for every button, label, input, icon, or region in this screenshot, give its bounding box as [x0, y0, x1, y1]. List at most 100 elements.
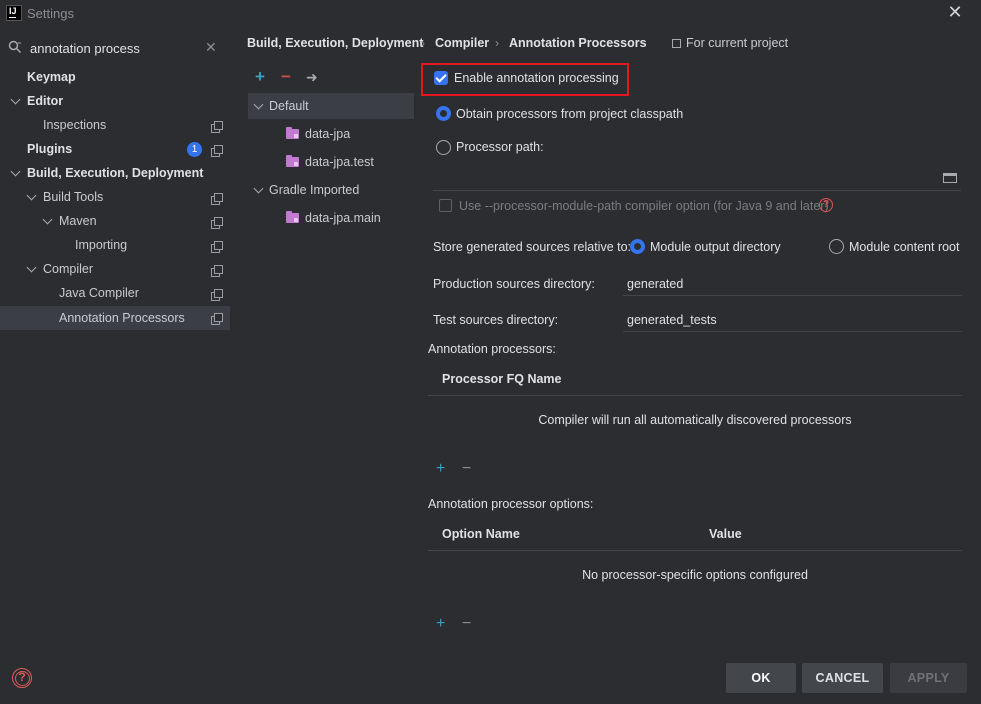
- profile-label: data-jpa.main: [305, 211, 381, 225]
- module-output-directory-radio[interactable]: [630, 239, 645, 254]
- chevron-down-icon[interactable]: [42, 214, 53, 225]
- processors-header-divider: [428, 395, 962, 396]
- profile-module-data-jpa-main[interactable]: data-jpa.main: [305, 206, 381, 230]
- browse-folder-icon[interactable]: [943, 173, 957, 183]
- remove-option-button[interactable]: −: [462, 615, 471, 633]
- options-empty-message: No processor-specific options configured: [582, 568, 808, 582]
- sidebar-item-label: Editor: [27, 94, 64, 108]
- breadcrumb-separator: ›: [495, 36, 499, 50]
- obtain-from-classpath-radio[interactable]: [436, 106, 451, 121]
- module-folder-icon: [286, 127, 299, 139]
- sidebar-item-keymap[interactable]: Keymap: [27, 65, 76, 89]
- sidebar-item-label: Build Tools: [43, 190, 104, 204]
- copy-settings-icon: [211, 193, 223, 205]
- sidebar-item-annotation-processors[interactable]: Annotation Processors: [59, 306, 185, 330]
- options-header-divider: [428, 550, 962, 551]
- sidebar-item-editor[interactable]: Editor: [27, 89, 63, 113]
- breadcrumb-compiler[interactable]: Compiler: [435, 36, 489, 50]
- module-path-checkbox[interactable]: [439, 199, 452, 212]
- sidebar-item-label: Plugins: [27, 142, 73, 156]
- sidebar-item-label: Maven: [59, 214, 97, 228]
- chevron-down-icon[interactable]: [253, 183, 264, 194]
- test-sources-label: Test sources directory:: [433, 313, 559, 327]
- cancel-button[interactable]: CANCEL: [802, 663, 883, 693]
- scope-label: For current project: [686, 36, 789, 50]
- window-title: Settings: [27, 6, 74, 21]
- chevron-down-icon[interactable]: [26, 262, 37, 273]
- sidebar-item-maven[interactable]: Maven: [59, 209, 97, 233]
- enable-annotation-processing-checkbox[interactable]: [434, 71, 448, 85]
- processor-fq-name-column-header[interactable]: Processor FQ Name: [442, 372, 562, 386]
- sidebar-item-label: Inspections: [43, 118, 107, 132]
- module-content-root-label[interactable]: Module content root: [849, 240, 960, 254]
- processors-empty-message: Compiler will run all automatically disc…: [538, 413, 852, 427]
- enable-annotation-processing-label[interactable]: Enable annotation processing: [454, 71, 619, 85]
- title-bar: IJ Settings ✕: [0, 0, 981, 28]
- annotation-processors-section-label: Annotation processors:: [428, 342, 556, 356]
- sidebar-item-importing[interactable]: Importing: [75, 233, 127, 257]
- sidebar-item-build-tools[interactable]: Build Tools: [43, 185, 103, 209]
- copy-settings-icon: [211, 289, 223, 301]
- obtain-from-classpath-label[interactable]: Obtain processors from project classpath: [456, 107, 683, 121]
- profile-gradle-imported[interactable]: Gradle Imported: [269, 178, 359, 202]
- remove-profile-button[interactable]: −: [281, 67, 291, 87]
- profile-default[interactable]: Default: [269, 94, 309, 118]
- help-icon[interactable]: ?: [12, 668, 32, 688]
- add-profile-button[interactable]: +: [255, 67, 265, 87]
- module-folder-icon: [286, 155, 299, 167]
- production-sources-underline: [623, 295, 962, 296]
- module-folder-icon: [286, 211, 299, 223]
- copy-settings-icon: [211, 121, 223, 133]
- ok-button[interactable]: OK: [726, 663, 796, 693]
- remove-processor-button[interactable]: −: [462, 460, 471, 478]
- add-option-button[interactable]: +: [436, 615, 445, 633]
- clear-search-icon[interactable]: ✕: [205, 39, 217, 56]
- add-processor-button[interactable]: +: [436, 460, 445, 478]
- processor-path-radio[interactable]: [436, 140, 451, 155]
- copy-settings-icon: [211, 217, 223, 229]
- move-to-profile-button[interactable]: ➜: [306, 69, 318, 86]
- copy-settings-icon: [211, 145, 223, 157]
- sidebar-item-java-compiler[interactable]: Java Compiler: [59, 281, 139, 305]
- sidebar-item-inspections[interactable]: Inspections: [43, 113, 106, 137]
- processor-path-label[interactable]: Processor path:: [456, 140, 544, 154]
- chevron-down-icon[interactable]: [10, 94, 21, 105]
- breadcrumb-build-execution-deployment[interactable]: Build, Execution, Deployment: [247, 36, 423, 50]
- sidebar-item-label: Annotation Processors: [59, 311, 185, 325]
- chevron-down-icon[interactable]: [10, 166, 21, 177]
- profile-module-data-jpa[interactable]: data-jpa: [305, 122, 350, 146]
- profile-label: Gradle Imported: [269, 183, 360, 197]
- sidebar-item-label: Java Compiler: [59, 286, 139, 300]
- sidebar-item-plugins[interactable]: Plugins: [27, 137, 72, 161]
- plugins-update-badge: 1: [187, 142, 202, 157]
- production-sources-label: Production sources directory:: [433, 277, 595, 291]
- option-name-column-header[interactable]: Option Name: [442, 527, 520, 541]
- module-content-root-radio[interactable]: [829, 239, 844, 254]
- intellij-logo-icon: IJ: [6, 5, 22, 21]
- sidebar-item-build-execution-deployment[interactable]: Build, Execution, Deployment: [27, 161, 203, 185]
- project-scope-icon: [672, 39, 681, 48]
- store-generated-label: Store generated sources relative to:: [433, 240, 632, 254]
- settings-search-input[interactable]: [30, 38, 200, 58]
- copy-settings-icon: [211, 241, 223, 253]
- breadcrumb-separator: ›: [421, 36, 425, 50]
- profile-module-data-jpa-test[interactable]: data-jpa.test: [305, 150, 374, 174]
- help-question-icon[interactable]: ?: [819, 198, 833, 212]
- apply-button[interactable]: APPLY: [890, 663, 967, 693]
- sidebar-item-label: Compiler: [43, 262, 94, 276]
- close-icon[interactable]: ✕: [946, 3, 964, 21]
- production-sources-input[interactable]: generated: [627, 277, 683, 291]
- module-path-label: Use --processor-module-path compiler opt…: [459, 199, 829, 213]
- profile-label: data-jpa: [305, 127, 351, 141]
- search-icon: [8, 40, 22, 54]
- copy-settings-icon: [211, 265, 223, 277]
- sidebar-item-compiler[interactable]: Compiler: [43, 257, 93, 281]
- processor-options-section-label: Annotation processor options:: [428, 497, 594, 511]
- test-sources-input[interactable]: generated_tests: [627, 313, 717, 327]
- profile-label: Default: [269, 99, 309, 113]
- value-column-header[interactable]: Value: [709, 527, 742, 541]
- module-output-directory-label[interactable]: Module output directory: [650, 240, 781, 254]
- processor-path-field[interactable]: [433, 190, 961, 191]
- sidebar-item-label: Keymap: [27, 70, 76, 84]
- chevron-down-icon[interactable]: [26, 190, 37, 201]
